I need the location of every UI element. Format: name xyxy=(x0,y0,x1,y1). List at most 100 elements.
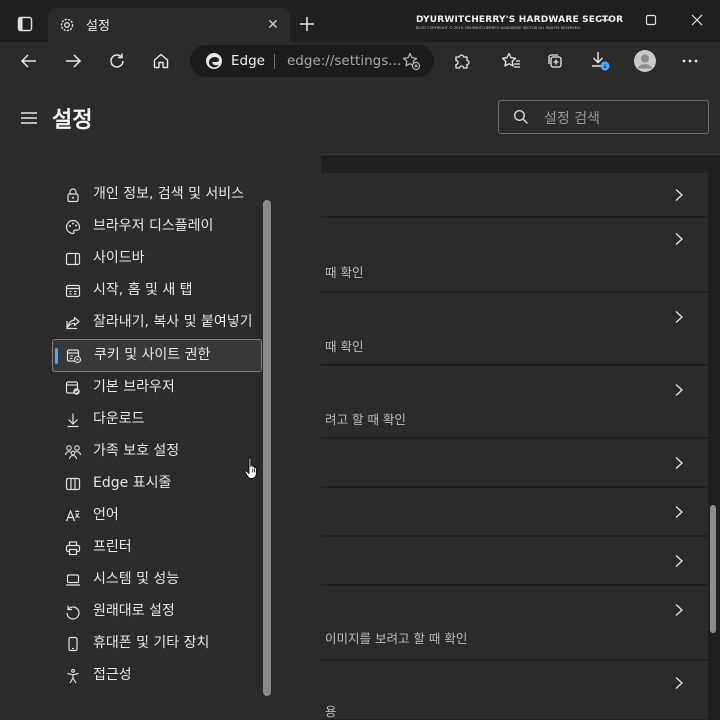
permission-row[interactable]: 이미지를 보려고 할 때 확인 xyxy=(321,586,708,660)
chevron-right-icon xyxy=(675,456,684,470)
tab-actions-button[interactable] xyxy=(10,10,40,38)
default-browser-icon xyxy=(64,379,82,397)
chevron-right-icon xyxy=(675,383,684,397)
sidebar-item-start-home[interactable]: 시작, 홈 및 새 탭 xyxy=(52,275,262,307)
sidebar-item-sidebar[interactable]: 사이드바 xyxy=(52,243,262,275)
minimize-button[interactable] xyxy=(582,0,628,40)
home-button[interactable] xyxy=(146,46,176,76)
chevron-right-icon xyxy=(675,310,684,324)
sidebar-item-privacy[interactable]: 개인 정보, 검색 및 서비스 xyxy=(52,179,262,211)
extensions-button[interactable] xyxy=(447,46,477,76)
plus-icon xyxy=(300,17,314,31)
sidebar-item-label: 기본 브라우저 xyxy=(93,379,175,395)
sidebar-item-printers[interactable]: 프린터 xyxy=(52,532,262,564)
sidebar-item-phone[interactable]: 휴대폰 및 기타 장치 xyxy=(52,628,262,660)
address-bar[interactable]: Edge edge://settings... xyxy=(190,45,434,77)
sidebar-item-appearance[interactable]: 브라우저 디스플레이 xyxy=(52,211,262,243)
sidebar-item-label: 프린터 xyxy=(93,539,132,555)
refresh-button[interactable] xyxy=(102,46,132,76)
maximize-button[interactable] xyxy=(628,0,674,40)
hand-cursor-icon xyxy=(244,457,257,479)
laptop-icon xyxy=(64,571,82,589)
settings-tab[interactable]: 설정 ✕ xyxy=(48,8,290,42)
permission-row[interactable]: 려고 할 때 확인 xyxy=(321,366,708,438)
chevron-right-icon xyxy=(675,676,684,690)
avatar xyxy=(634,50,656,72)
tab-close-button[interactable]: ✕ xyxy=(264,16,282,34)
downloads-button[interactable] xyxy=(585,46,615,76)
permission-description: 용 xyxy=(325,704,337,719)
palette-icon xyxy=(64,218,82,236)
sidebar-item-accessibility[interactable]: 접근성 xyxy=(52,660,262,692)
permission-row[interactable] xyxy=(321,439,708,487)
sidebar-item-reset[interactable]: 원래대로 설정 xyxy=(52,596,262,628)
tab-title: 설정 xyxy=(86,19,110,34)
settings-nav: 개인 정보, 검색 및 서비스 브라우저 디스플레이 사이드바 시작, 홈 및 … xyxy=(52,179,262,692)
sidebar-item-label: 잘라내기, 복사 및 붙여넣기 xyxy=(93,314,253,330)
forward-arrow-icon xyxy=(66,54,82,68)
forward-button[interactable] xyxy=(58,46,88,76)
sidebar-icon xyxy=(64,250,82,268)
sidebar-item-label: 쿠키 및 사이트 권한 xyxy=(94,347,211,363)
share-icon xyxy=(64,314,82,332)
profile-button[interactable] xyxy=(630,46,660,76)
chevron-right-icon xyxy=(675,505,684,519)
sidebar-item-default-browser[interactable]: 기본 브라우저 xyxy=(52,372,262,404)
sidebar-item-system[interactable]: 시스템 및 성능 xyxy=(52,564,262,596)
sidebar-item-downloads[interactable]: 다운로드 xyxy=(52,404,262,436)
lock-icon xyxy=(64,186,82,204)
tab-actions-icon xyxy=(17,16,33,32)
sidebar-item-edge-bar[interactable]: Edge 표시줄 xyxy=(52,468,262,500)
edge-logo-icon xyxy=(206,53,222,69)
watermark: DYURWITCHERRY'S HARDWARE SECTOR BLOG COP… xyxy=(416,15,623,30)
collections-button[interactable] xyxy=(540,46,570,76)
puzzle-icon xyxy=(455,54,470,69)
sidebar-item-label: 언어 xyxy=(93,507,119,523)
new-tab-button[interactable] xyxy=(294,10,320,38)
address-separator xyxy=(274,54,275,69)
sidebar-item-label: 브라우저 디스플레이 xyxy=(93,218,214,234)
permission-row[interactable] xyxy=(321,537,708,585)
sidebar-scrollbar[interactable] xyxy=(263,200,271,696)
edge-bar-icon xyxy=(64,475,82,493)
url-text[interactable]: edge://settings... xyxy=(287,53,401,69)
home-icon xyxy=(153,53,169,69)
permission-row[interactable] xyxy=(321,173,708,217)
chevron-right-icon xyxy=(675,232,684,246)
permission-row[interactable]: 용 xyxy=(321,661,708,720)
more-menu-button[interactable] xyxy=(675,46,705,76)
sidebar-item-label: Edge 표시줄 xyxy=(93,475,172,491)
sidebar-item-languages[interactable]: 언어 xyxy=(52,500,262,532)
sidebar-item-label: 사이드바 xyxy=(93,250,145,266)
permission-row[interactable]: 때 확인 xyxy=(321,218,708,292)
close-window-button[interactable] xyxy=(674,0,720,40)
download-icon xyxy=(592,52,610,71)
site-identity: Edge xyxy=(231,53,265,69)
watermark-subtitle: BLOG COPYRIGHT © 2019, DYURWITCHERRY'S H… xyxy=(416,26,581,30)
permission-row[interactable] xyxy=(321,488,708,536)
hamburger-menu-icon[interactable] xyxy=(19,110,39,126)
download-icon xyxy=(64,411,82,429)
add-favorite-icon[interactable] xyxy=(401,51,421,71)
sidebar-item-share-copy-paste[interactable]: 잘라내기, 복사 및 붙여넣기 xyxy=(52,307,262,339)
settings-page: 설정 개인 정보, 검색 및 서비스 브라우저 디스플레이 사이드바 시작, 홈… xyxy=(0,80,720,720)
settings-search-input[interactable]: 설정 검색 xyxy=(498,100,709,134)
toolbar: Edge edge://settings... xyxy=(0,42,720,80)
reset-icon xyxy=(64,603,82,621)
language-icon xyxy=(64,507,82,525)
sidebar-item-label: 접근성 xyxy=(93,667,132,683)
favorites-icon xyxy=(501,52,520,68)
printer-icon xyxy=(64,539,82,557)
back-button[interactable] xyxy=(14,46,44,76)
start-page-icon xyxy=(64,282,82,300)
minimize-icon xyxy=(600,19,610,21)
sidebar-item-family[interactable]: 가족 보호 설정 xyxy=(52,436,262,468)
content-scrollbar[interactable] xyxy=(710,505,716,633)
close-icon xyxy=(691,14,703,26)
sidebar-item-label: 휴대폰 및 기타 장치 xyxy=(93,635,210,651)
sidebar-item-label: 다운로드 xyxy=(93,411,145,427)
permission-row[interactable]: 때 확인 xyxy=(321,293,708,365)
site-permissions-icon xyxy=(65,347,83,365)
sidebar-item-site-permissions[interactable]: 쿠키 및 사이트 권한 xyxy=(52,339,262,372)
favorites-button[interactable] xyxy=(496,46,526,76)
